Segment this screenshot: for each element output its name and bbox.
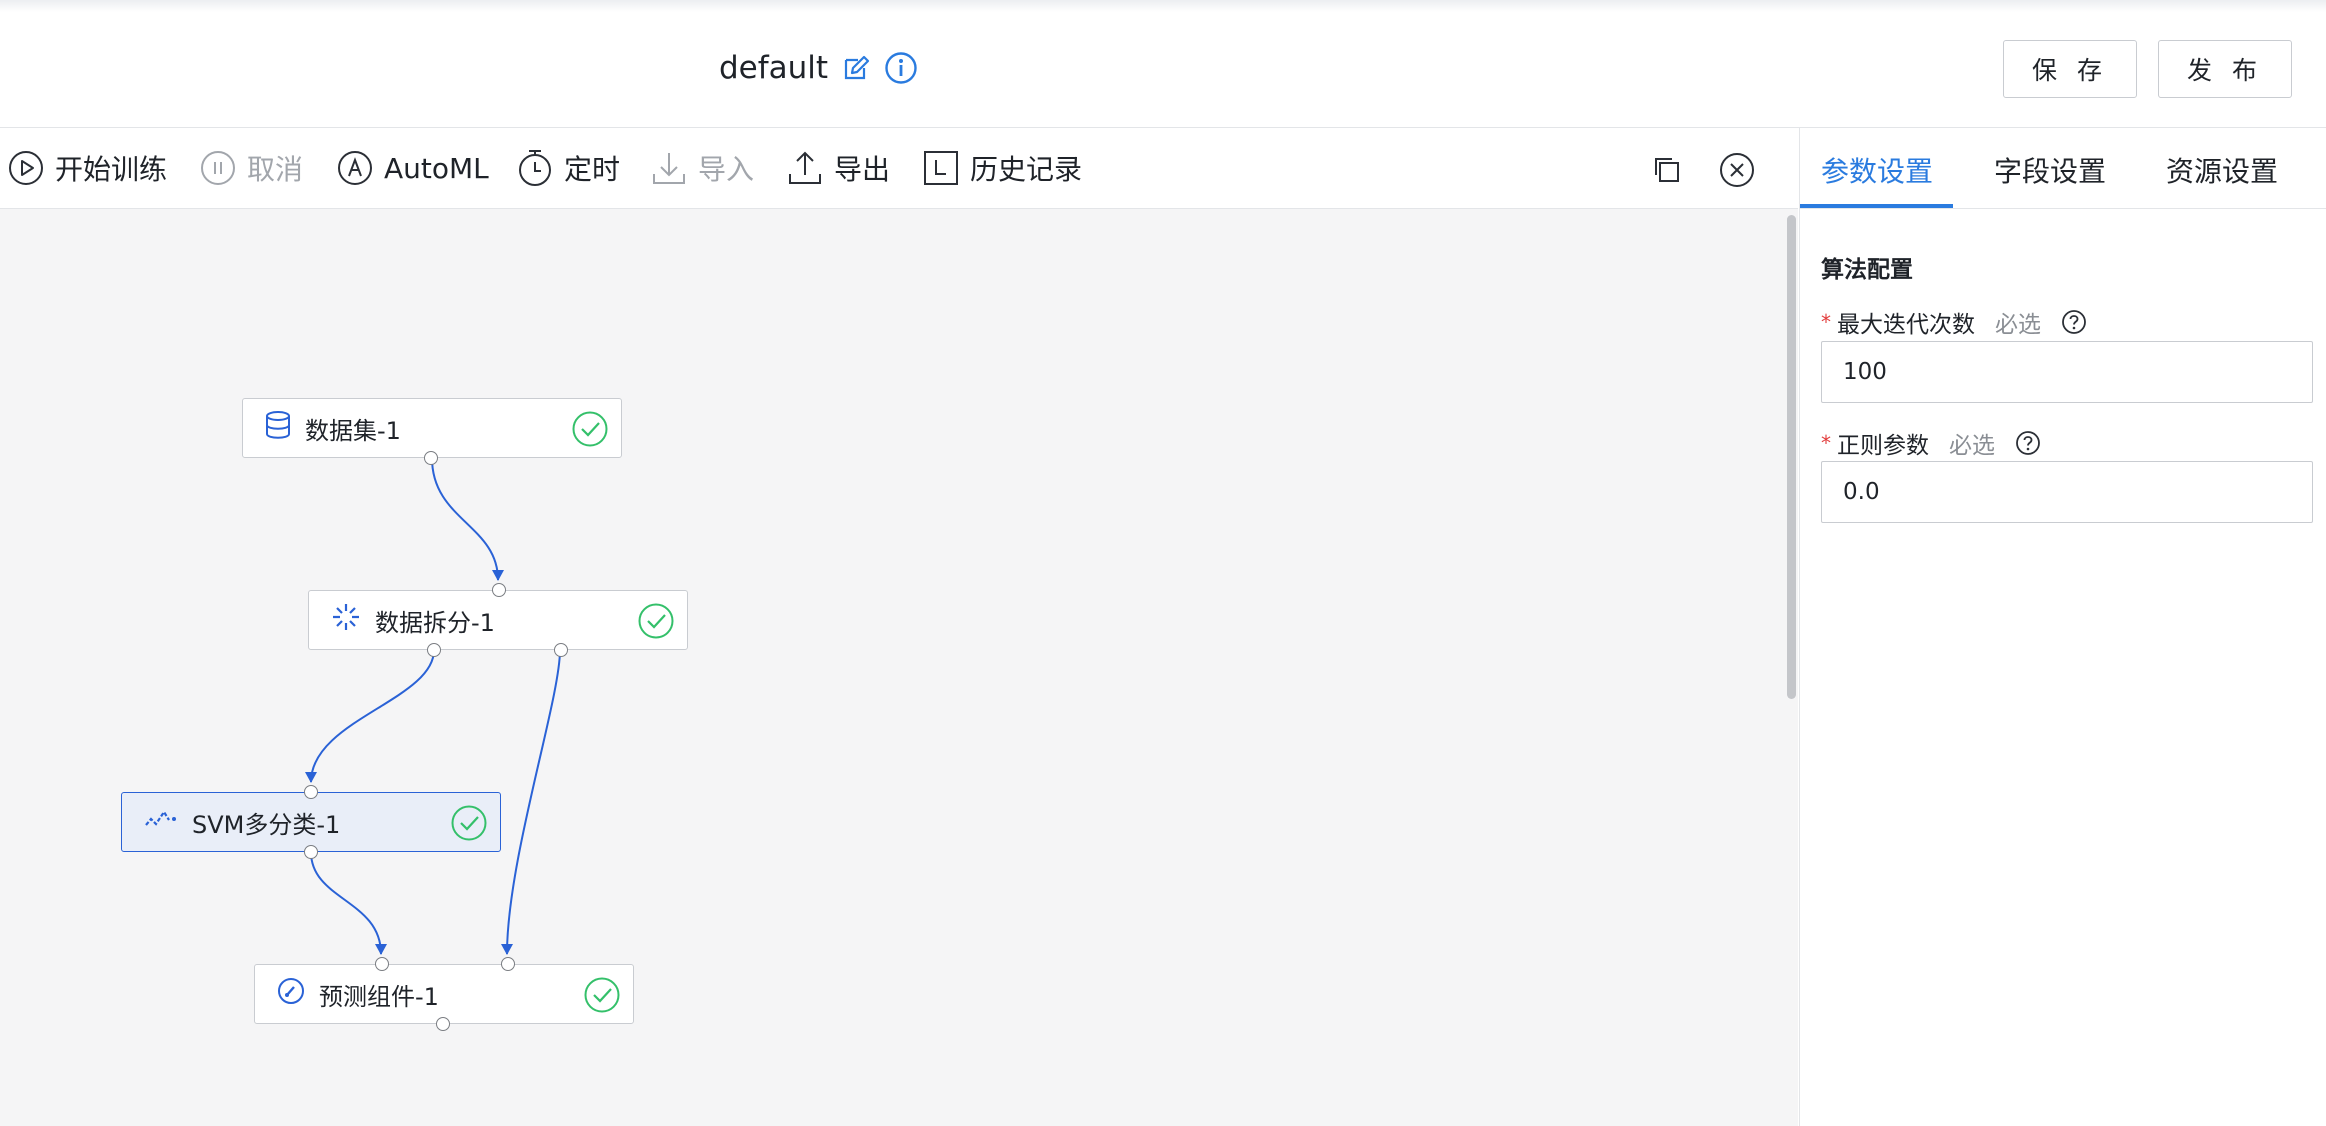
- success-check-icon: [450, 804, 488, 842]
- help-icon[interactable]: [2061, 309, 2087, 335]
- label-text: 最大迭代次数: [1837, 312, 1975, 338]
- cancel-label: 取消: [247, 153, 304, 186]
- edit-icon[interactable]: [842, 54, 870, 82]
- info-icon[interactable]: [884, 51, 918, 85]
- required-mark: *: [1821, 310, 1831, 334]
- pause-icon: [199, 149, 237, 187]
- node-label: SVM多分类-1: [192, 810, 341, 839]
- success-check-icon: [637, 602, 675, 640]
- active-tab-indicator: [1800, 204, 1953, 208]
- split-icon: [331, 602, 361, 638]
- node-data-split[interactable]: 数据拆分-1: [308, 583, 688, 657]
- automl-icon: [336, 149, 374, 187]
- max-iterations-input[interactable]: 100: [1821, 341, 2313, 403]
- svm-icon: [144, 807, 178, 837]
- input-port[interactable]: [375, 957, 389, 971]
- tab-field-settings[interactable]: 字段设置: [1994, 150, 2106, 190]
- node-dataset[interactable]: 数据集-1: [242, 398, 622, 465]
- regularization-input[interactable]: 0.0: [1821, 461, 2313, 523]
- tab-parameter-settings[interactable]: 参数设置: [1821, 150, 1933, 190]
- database-icon: [265, 411, 291, 445]
- play-icon: [7, 149, 45, 187]
- import-button[interactable]: 导入: [650, 148, 754, 188]
- close-icon[interactable]: [1719, 152, 1755, 188]
- cancel-button[interactable]: 取消: [199, 148, 303, 188]
- field-label-regularization: * 正则参数 必选: [1821, 426, 2041, 460]
- history-label: 历史记录: [970, 153, 1083, 186]
- properties-panel: 参数设置 字段设置 资源设置 算法配置 * 最大迭代次数 必选 100 * 正则…: [1799, 128, 2326, 1126]
- save-button[interactable]: 保 存: [2003, 40, 2137, 98]
- scrollbar-thumb[interactable]: [1787, 215, 1796, 699]
- output-port[interactable]: [304, 845, 318, 859]
- node-svm-multiclass[interactable]: SVM多分类-1: [121, 785, 501, 859]
- panel-tabs: 参数设置 字段设置 资源设置: [1800, 128, 2326, 209]
- node-prediction[interactable]: 预测组件-1: [254, 957, 634, 1031]
- page-title: default: [719, 50, 829, 86]
- required-hint: 必选: [1949, 433, 1995, 459]
- export-icon: [786, 149, 824, 187]
- node-label: 数据拆分-1: [375, 608, 495, 637]
- input-port[interactable]: [501, 957, 515, 971]
- node-label: 数据集-1: [305, 416, 401, 445]
- schedule-button[interactable]: 定时: [516, 148, 620, 188]
- history-icon: [922, 149, 960, 187]
- success-check-icon: [583, 976, 621, 1014]
- export-button[interactable]: 导出: [786, 148, 890, 188]
- header: default 保 存 发 布: [0, 0, 2326, 128]
- start-training-button[interactable]: 开始训练: [7, 148, 167, 188]
- output-port[interactable]: [554, 643, 568, 657]
- export-label: 导出: [834, 153, 891, 186]
- automl-button[interactable]: AutoML: [336, 148, 489, 188]
- label-text: 正则参数: [1837, 433, 1929, 459]
- publish-button[interactable]: 发 布: [2158, 40, 2292, 98]
- schedule-label: 定时: [564, 153, 621, 186]
- required-hint: 必选: [1995, 312, 2041, 338]
- input-port[interactable]: [492, 583, 506, 597]
- input-port[interactable]: [304, 785, 318, 799]
- field-label-max-iterations: * 最大迭代次数 必选: [1821, 305, 2087, 339]
- gauge-icon: [277, 977, 305, 1011]
- history-button[interactable]: 历史记录: [922, 148, 1082, 188]
- output-port[interactable]: [427, 643, 441, 657]
- automl-label: AutoML: [384, 151, 489, 185]
- success-check-icon: [571, 410, 609, 448]
- output-port[interactable]: [436, 1017, 450, 1031]
- import-label: 导入: [698, 153, 755, 186]
- tab-resource-settings[interactable]: 资源设置: [2166, 150, 2278, 190]
- help-icon[interactable]: [2015, 430, 2041, 456]
- required-mark: *: [1821, 431, 1831, 455]
- start-training-label: 开始训练: [55, 153, 168, 186]
- canvas-scrollbar[interactable]: [1784, 209, 1798, 1126]
- output-port[interactable]: [424, 451, 438, 465]
- import-icon: [650, 149, 688, 187]
- title-area: default: [719, 46, 918, 90]
- timer-icon: [516, 149, 554, 187]
- node-label: 预测组件-1: [319, 982, 439, 1011]
- toolbar: 开始训练 取消 AutoML 定时 导入 导出 历史记录: [0, 128, 1798, 209]
- section-title: 算法配置: [1821, 257, 1913, 283]
- copy-icon[interactable]: [1652, 155, 1682, 185]
